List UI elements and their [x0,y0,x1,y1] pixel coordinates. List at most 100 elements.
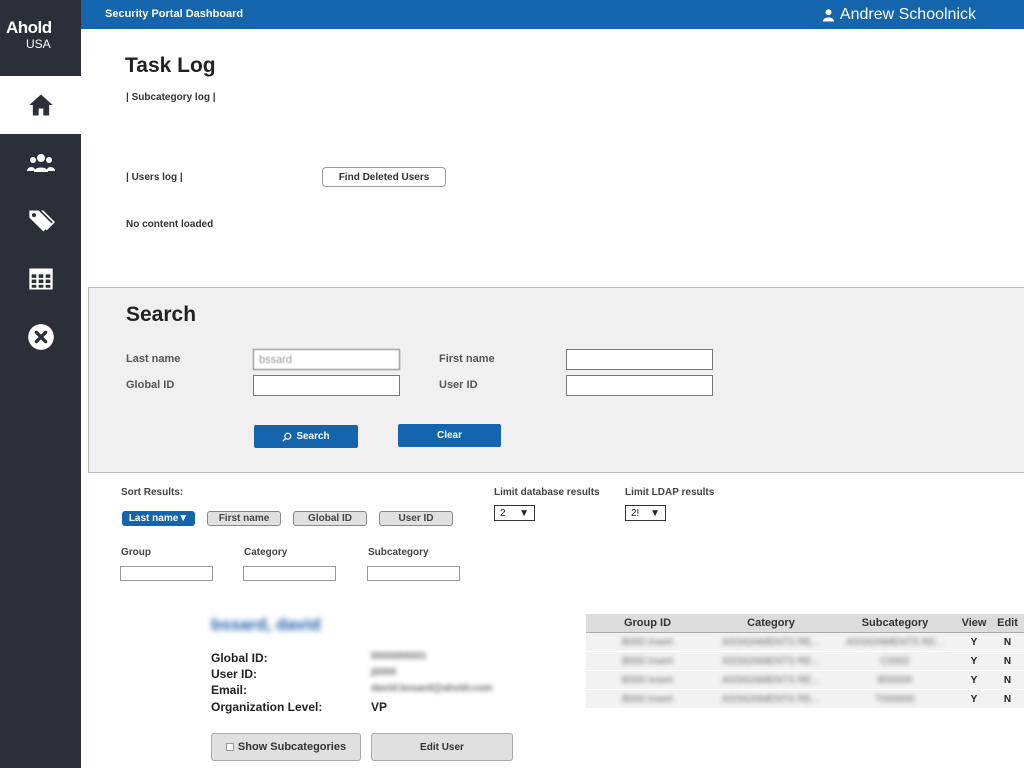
table-cell: ASSIGNMENTS RE... [722,655,820,667]
subcategory-filter-label: Subcategory [368,547,429,558]
subcategory-log-link[interactable]: | Subcategory log | [126,92,216,103]
column-header: Subcategory [861,617,929,629]
home-icon [28,94,53,116]
table-row[interactable]: B000 Insert ASSIGNMENTS RE... T000000 Y … [586,690,1024,709]
user-id-input[interactable] [566,375,713,396]
clear-button[interactable]: Clear [398,424,501,447]
result-user-name: bssard, david [211,615,321,634]
sidebar: Ahold USA [0,0,81,768]
user-id-label: User ID [439,379,478,391]
table-cell: ASSIGNMENTS RE... [722,693,820,705]
table-cell: Y [970,693,978,705]
table-cell: B000 Insert [621,674,674,686]
app-title: Security Portal Dashboard [105,8,244,20]
close-circle-icon [27,324,54,350]
users-log-link[interactable]: | Users log | [126,172,183,183]
table-row[interactable]: B000 Insert ASSIGNMENTS RE... B00000 Y N [586,671,1024,690]
search-panel: Search Last name First name Global ID Us… [88,287,1024,473]
users-icon [26,154,55,172]
show-subcategories-label: Show Subcategories [237,741,347,753]
group-filter-input[interactable] [120,566,213,581]
table-cell: ASSIGNMENTS RE... [722,674,820,686]
table-cell: Y [970,674,978,686]
column-header: Group ID [623,617,672,629]
table-cell: N [1003,674,1012,686]
ahold-logo: Ahold USA [0,0,81,76]
category-filter-input[interactable] [243,566,336,581]
top-bar: Security Portal Dashboard Andrew Schooln… [81,0,1024,29]
table-row[interactable]: B000 Insert ASSIGNMENTS RE... C0002 Y N [586,652,1024,671]
table-cell: N [1003,655,1012,667]
user-name: Andrew Schoolnick [839,6,976,23]
table-cell: T000000 [875,693,915,705]
search-icon [282,432,292,442]
global-id-detail-label: Global ID: [211,651,268,665]
sidebar-item-home[interactable] [0,76,81,134]
global-id-label: Global ID [126,379,175,391]
sort-global-id-button[interactable]: Global ID [293,511,367,526]
subcategory-filter-input[interactable] [367,566,460,581]
table-cell: C0002 [880,655,910,667]
permissions-table: Group ID Category Subcategory View Edit … [586,614,1024,709]
sidebar-item-close[interactable] [0,308,81,366]
search-button[interactable]: Search [254,425,358,448]
table-cell: B000 Insert [621,655,674,667]
last-name-input[interactable] [253,349,400,370]
first-name-label: First name [439,353,495,365]
sidebar-item-tags[interactable] [0,192,81,250]
dropdown-arrow-icon: ▼ [650,507,660,519]
org-level-detail-value: VP [371,700,388,714]
logo-name: Ahold [6,18,52,37]
table-icon [28,268,53,290]
column-header: View [961,617,987,629]
search-title: Search [126,303,197,326]
logo-region: USA [26,37,51,51]
last-name-label: Last name [126,353,181,365]
category-filter-label: Category [244,547,288,558]
tags-icon [28,210,55,232]
user-id-detail-value: j0000 [371,667,397,678]
org-level-detail-label: Organization Level: [211,700,323,714]
limit-ldap-label: Limit LDAP results [625,487,715,498]
table-cell: B00000 [877,674,913,686]
dropdown-arrow-icon: ▼ [519,507,529,519]
limit-database-label: Limit database results [494,487,600,498]
user-icon [822,9,834,22]
table-cell: Y [970,636,978,648]
first-name-input[interactable] [566,349,713,370]
table-cell: B000 Insert [621,636,674,648]
global-id-detail-value: 0000000001 [371,651,427,662]
global-id-input[interactable] [253,375,400,396]
user-menu[interactable]: Andrew Schoolnick [822,6,976,24]
table-row[interactable]: B000 Insert ASSIGNMENTS RE... ASSIGNMENT… [586,633,1024,652]
email-detail-label: Email: [211,683,248,697]
table-cell: ASSIGNMENTS RE... [846,636,944,648]
sort-user-id-button[interactable]: User ID [379,511,453,526]
column-header: Edit [997,617,1018,629]
sidebar-item-table[interactable] [0,250,81,308]
limit-database-select[interactable]: 2 ▼ [494,505,535,521]
table-cell: B000 Insert [621,693,674,705]
table-cell: ASSIGNMENTS RE... [722,636,820,648]
sort-results-label: Sort Results: [121,487,184,498]
find-deleted-users-button[interactable]: Find Deleted Users [322,167,446,187]
page-title: Task Log [125,54,216,77]
user-id-detail-label: User ID: [211,667,258,681]
table-cell: N [1003,636,1012,648]
table-cell: Y [970,655,978,667]
group-filter-label: Group [121,547,151,558]
limit-ldap-value: 2! [631,507,640,519]
limit-ldap-select[interactable]: 2! ▼ [625,505,666,521]
table-cell: N [1003,693,1012,705]
email-detail-value: david.bssard@ahold.com [371,683,493,694]
limit-database-value: 2 [500,507,506,519]
show-subcategories-checkbox[interactable] [225,743,234,751]
sidebar-item-users[interactable] [0,134,81,192]
edit-user-button[interactable]: Edit User [371,733,513,761]
show-subcategories-button[interactable]: Show Subcategories [211,733,361,761]
search-button-label: Search [296,431,330,442]
sort-first-name-button[interactable]: First name [207,511,281,526]
sort-last-name-button[interactable]: Last name▼ [122,511,195,526]
column-header: Category [747,617,795,629]
table-header: Group ID Category Subcategory View Edit [586,614,1024,633]
